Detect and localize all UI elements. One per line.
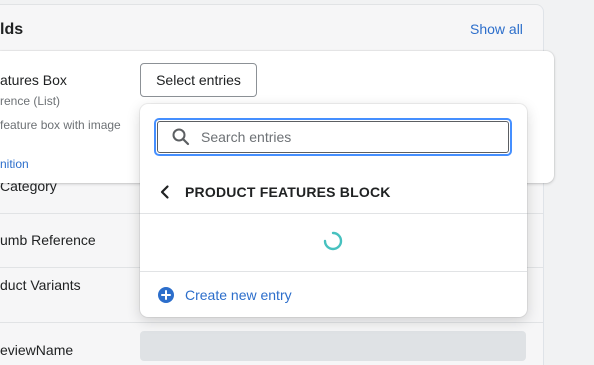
row-label-preview-name: eviewName — [0, 342, 74, 358]
create-new-entry-button[interactable]: Create new entry — [140, 282, 292, 308]
search-icon — [172, 128, 190, 146]
field-name: atures Box — [0, 72, 67, 88]
back-to-type-button[interactable]: PRODUCT FEATURES BLOCK — [140, 170, 527, 214]
search-field-inner — [157, 121, 509, 153]
search-field[interactable] — [154, 118, 512, 156]
row-label-product-variants: duct Variants — [0, 277, 81, 293]
select-entries-button[interactable]: Select entries — [140, 63, 257, 97]
content-type-title: PRODUCT FEATURES BLOCK — [185, 184, 391, 200]
popover-divider — [140, 271, 527, 272]
field-description: feature box with image — [0, 118, 121, 132]
show-all-link[interactable]: Show all — [470, 21, 523, 37]
popover-divider — [140, 213, 527, 214]
search-input[interactable] — [199, 128, 503, 146]
spinner-icon — [323, 231, 343, 251]
definition-link[interactable]: nition — [0, 157, 29, 171]
chevron-left-icon — [160, 185, 169, 199]
section-title: lds — [0, 21, 24, 38]
plus-circle-icon — [158, 287, 174, 303]
row-divider — [0, 322, 543, 323]
field-type: rence (List) — [0, 94, 61, 108]
entries-popover: PRODUCT FEATURES BLOCK Create new entry — [140, 104, 527, 317]
row-label-thumb-reference: umb Reference — [0, 232, 96, 248]
create-new-entry-label: Create new entry — [185, 287, 292, 303]
